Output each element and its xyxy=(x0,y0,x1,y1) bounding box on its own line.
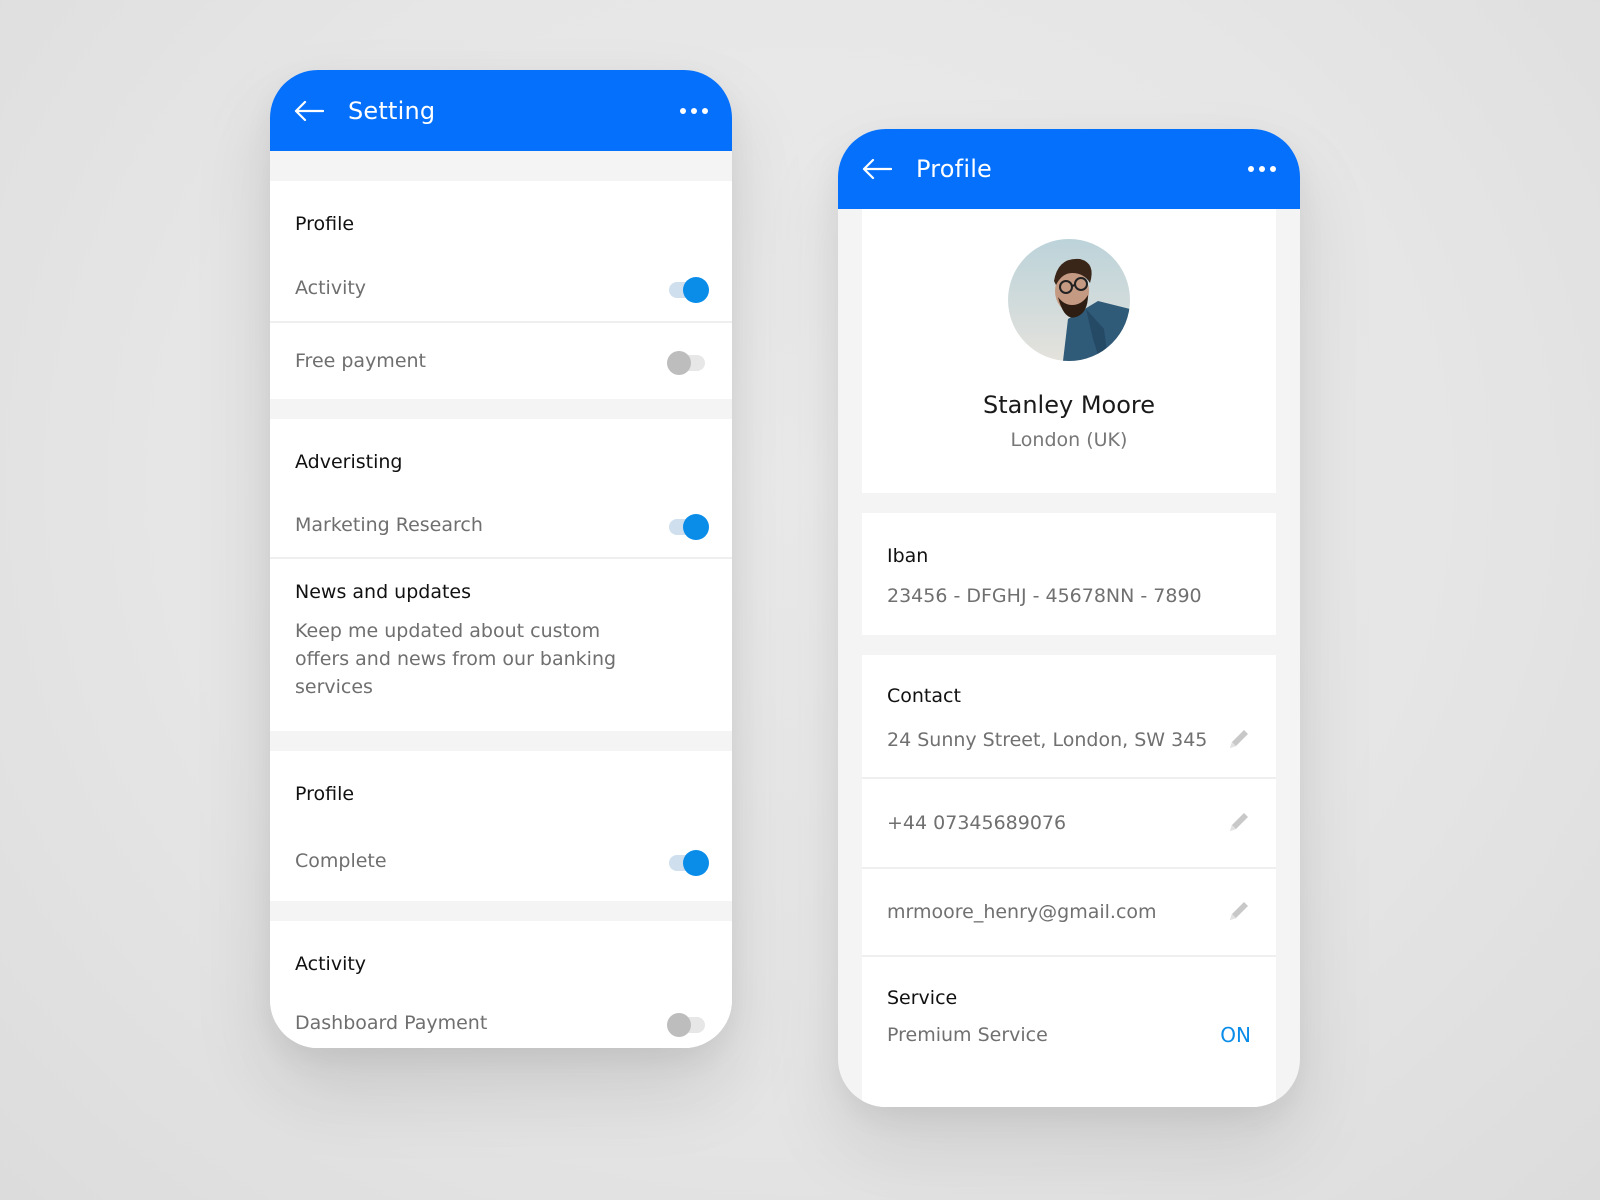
settings-screen: Setting Profile Activity Free payment Ad… xyxy=(270,70,732,1048)
iban-card: Iban 23456 - DFGHJ - 45678NN - 7890 xyxy=(862,513,1276,635)
spacer xyxy=(270,1043,732,1048)
dashboard-payment-toggle[interactable] xyxy=(667,1010,707,1037)
activity-toggle[interactable] xyxy=(667,275,709,303)
arrow-left-icon xyxy=(862,158,892,180)
service-status[interactable]: ON xyxy=(1220,1023,1251,1047)
contact-row-phone: +44 07345689076 xyxy=(862,779,1276,869)
news-title: News and updates xyxy=(295,581,472,603)
pencil-icon[interactable] xyxy=(1225,810,1251,836)
setting-row-dashboard-payment: Dashboard Payment xyxy=(270,1003,732,1043)
contact-row-address: 24 Sunny Street, London, SW 345 xyxy=(862,707,1276,779)
back-button[interactable] xyxy=(862,157,892,181)
profile-app-bar: Profile xyxy=(838,129,1300,209)
user-photo-avatar xyxy=(1008,239,1130,361)
toggle-knob xyxy=(683,850,709,876)
contact-row-email: mrmoore_henry@gmail.com xyxy=(862,869,1276,957)
setting-label: Marketing Research xyxy=(295,514,483,536)
iban-title: Iban xyxy=(887,545,929,567)
more-dot xyxy=(1259,166,1265,172)
settings-section-advertising: Adveristing Marketing Research News and … xyxy=(270,419,732,731)
settings-section-profile: Profile Activity Free payment xyxy=(270,181,732,399)
settings-section-profile-complete: Profile Complete xyxy=(270,751,732,901)
news-description: Keep me updated about custom offers and … xyxy=(295,620,617,698)
page-title: Profile xyxy=(916,155,993,183)
user-name: Stanley Moore xyxy=(982,391,1155,419)
pencil-icon[interactable] xyxy=(1225,727,1251,753)
setting-row-marketing-research: Marketing Research xyxy=(270,501,732,559)
section-title: Activity xyxy=(295,953,367,975)
contact-address: 24 Sunny Street, London, SW 345 xyxy=(887,729,1208,751)
contact-title: Contact xyxy=(887,685,961,707)
toggle-knob xyxy=(667,1013,691,1037)
free-payment-toggle[interactable] xyxy=(667,348,707,375)
setting-label: Activity xyxy=(295,277,367,299)
contact-phone: +44 07345689076 xyxy=(887,812,1067,834)
contact-card: Contact 24 Sunny Street, London, SW 345 … xyxy=(862,655,1276,1107)
arrow-left-icon xyxy=(294,100,324,121)
service-title: Service xyxy=(887,987,958,1009)
setting-label: Free payment xyxy=(295,350,426,372)
iban-value: 23456 - DFGHJ - 45678NN - 7890 xyxy=(887,585,1202,607)
setting-label: Complete xyxy=(295,850,387,872)
settings-body: Profile Activity Free payment Adveristin… xyxy=(270,151,732,1048)
toggle-knob xyxy=(683,277,709,303)
setting-row-complete: Complete xyxy=(270,833,732,901)
user-location: London (UK) xyxy=(1010,429,1128,451)
settings-section-activity: Activity Dashboard Payment xyxy=(270,921,732,1048)
profile-hero-card: Stanley Moore London (UK) xyxy=(862,209,1276,493)
setting-row-free-payment: Free payment xyxy=(270,323,732,399)
section-title: Adveristing xyxy=(295,451,403,473)
settings-app-bar: Setting xyxy=(270,70,732,151)
service-label: Premium Service xyxy=(887,1024,1048,1046)
section-title: Profile xyxy=(295,783,355,805)
section-title: Profile xyxy=(295,213,355,235)
more-horizontal-icon xyxy=(680,107,686,114)
more-dot xyxy=(1270,166,1276,172)
setting-row-activity: Activity xyxy=(270,263,732,323)
more-options-button[interactable] xyxy=(678,102,710,120)
service-row: Premium Service ON xyxy=(862,1009,1276,1069)
complete-toggle[interactable] xyxy=(667,848,709,876)
toggle-knob xyxy=(667,351,691,375)
back-button[interactable] xyxy=(294,99,324,123)
pencil-icon[interactable] xyxy=(1225,899,1251,925)
contact-email: mrmoore_henry@gmail.com xyxy=(887,901,1157,923)
marketing-research-toggle[interactable] xyxy=(667,512,709,540)
page-title: Setting xyxy=(348,96,436,125)
toggle-knob xyxy=(683,514,709,540)
setting-label: Dashboard Payment xyxy=(295,1012,488,1034)
profile-screen: Profile Stanley Moore London (UK) Iban 2… xyxy=(838,129,1300,1107)
more-dot xyxy=(702,107,708,114)
profile-body: Stanley Moore London (UK) Iban 23456 - D… xyxy=(838,209,1300,1107)
more-options-button[interactable] xyxy=(1246,160,1278,178)
more-dot xyxy=(691,107,697,114)
more-horizontal-icon xyxy=(1248,166,1254,172)
avatar[interactable] xyxy=(1008,239,1130,361)
